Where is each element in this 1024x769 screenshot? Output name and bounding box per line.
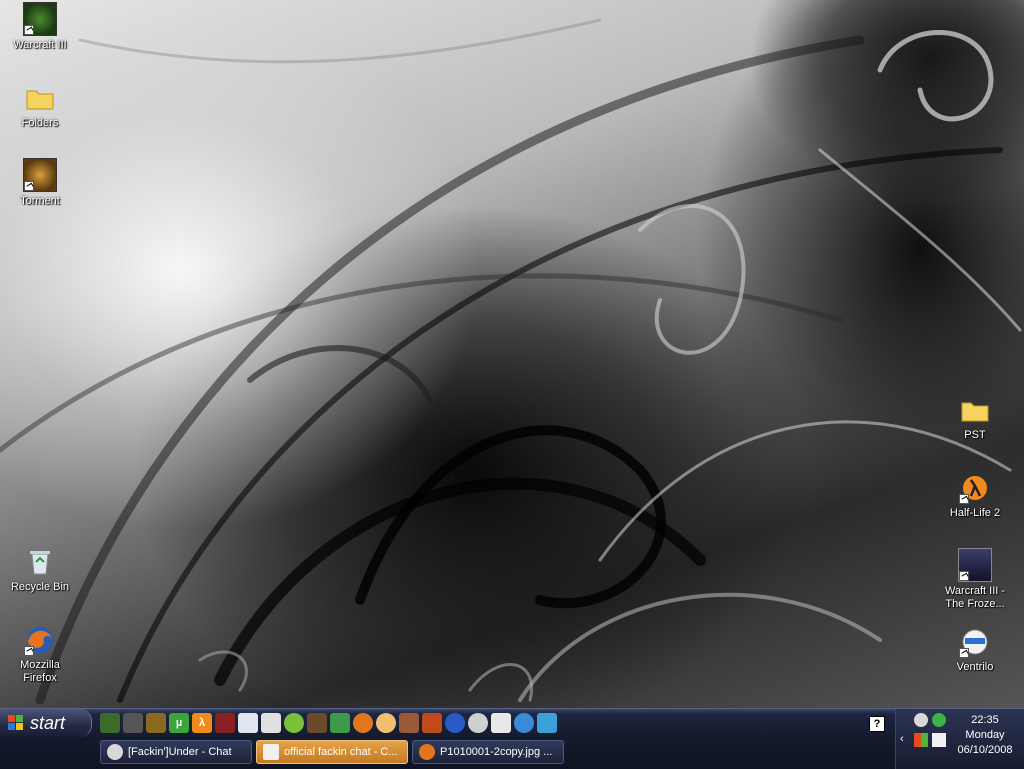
icon-label: Half-Life 2 xyxy=(949,507,1001,519)
ventrilo-icon xyxy=(959,626,991,658)
torment-icon xyxy=(23,158,57,192)
warcraft-icon xyxy=(23,2,57,36)
torment-shortcut[interactable]: Torment xyxy=(0,158,80,208)
firefox-icon[interactable] xyxy=(353,713,373,733)
wallpaper-swirls xyxy=(0,18,1022,705)
icon-label: Torment xyxy=(20,195,60,207)
icon-label: Folders xyxy=(21,117,59,129)
ventrilo-icon[interactable] xyxy=(238,713,258,733)
ventrilo-shortcut[interactable]: Ventrilo xyxy=(935,626,1015,674)
firefox-shortcut[interactable]: Mozzilla Firefox xyxy=(0,624,80,685)
task-label: official fackin chat - C... xyxy=(284,746,398,758)
task-label: [Fackin']Under - Chat xyxy=(128,746,232,758)
start-label: start xyxy=(30,713,66,733)
warcraft-icon[interactable] xyxy=(100,713,120,733)
windows-logo-icon xyxy=(8,715,23,730)
half-life-icon[interactable]: λ xyxy=(192,713,212,733)
warcraft-tft-icon[interactable] xyxy=(422,713,442,733)
windows-tray-icon[interactable] xyxy=(914,733,928,747)
ventrilo-chat-icon xyxy=(263,744,279,760)
icon-label: Ventrilo xyxy=(956,661,994,673)
firefox-icon xyxy=(419,744,435,760)
icon-label: Mozzilla xyxy=(20,659,60,671)
clock-date: 06/10/2008 xyxy=(957,744,1013,756)
icon-label: Warcraft III - xyxy=(944,585,1006,597)
folder-icon xyxy=(24,82,56,114)
taskbar: start µ λ ? [Fackin']Under - Chat offici… xyxy=(0,708,1024,769)
task-button-steam-chat[interactable]: [Fackin']Under - Chat xyxy=(100,740,252,764)
expand-tray-icon[interactable]: ‹ xyxy=(900,733,904,745)
torment-icon[interactable] xyxy=(307,713,327,733)
start-button[interactable]: start xyxy=(0,709,92,737)
half-life2-shortcut[interactable]: Half-Life 2 xyxy=(935,472,1015,520)
task-button-firefox-image[interactable]: P1010001-2copy.jpg ... xyxy=(412,740,564,764)
utorrent-icon[interactable]: µ xyxy=(169,713,189,733)
cd-icon[interactable] xyxy=(468,713,488,733)
media-player-icon[interactable] xyxy=(445,713,465,733)
diablo-icon[interactable] xyxy=(146,713,166,733)
display-icon[interactable] xyxy=(491,713,511,733)
folder-icon xyxy=(959,394,991,426)
display-tray-icon[interactable] xyxy=(932,733,946,747)
help-icon[interactable]: ? xyxy=(869,716,885,732)
warcraft-tft-icon xyxy=(958,548,992,582)
task-button-official-chat[interactable]: official fackin chat - C... xyxy=(256,740,408,764)
warcraft3-tft-shortcut[interactable]: Warcraft III - The Froze... xyxy=(935,548,1015,611)
starcraft-icon[interactable] xyxy=(215,713,235,733)
pst-folder[interactable]: PST xyxy=(935,394,1015,442)
system-tray: ‹ 22:35 Monday 06/10/2008 xyxy=(895,709,1024,769)
face-icon[interactable] xyxy=(376,713,396,733)
messenger-tray-icon[interactable] xyxy=(932,713,946,727)
clock-day: Monday xyxy=(965,729,1005,741)
desktop[interactable]: Warcraft III Folders Torment Recycle Bin… xyxy=(0,0,1024,708)
quick-launch-bar: µ λ xyxy=(100,713,557,735)
shield-icon[interactable] xyxy=(330,713,350,733)
task-label: P1010001-2copy.jpg ... xyxy=(440,746,553,758)
firefox-icon xyxy=(24,624,56,656)
folders-folder[interactable]: Folders xyxy=(0,82,80,130)
icon-label: The Froze... xyxy=(945,598,1005,610)
icon-label: Recycle Bin xyxy=(10,581,70,593)
messenger-icon[interactable] xyxy=(537,713,557,733)
wraith-icon[interactable] xyxy=(123,713,143,733)
steam-icon[interactable] xyxy=(261,713,281,733)
warcraft3-shortcut[interactable]: Warcraft III xyxy=(0,2,80,52)
icon-label: PST xyxy=(964,429,986,441)
steam-tray-icon[interactable] xyxy=(914,713,928,727)
clock[interactable]: 22:35 Monday 06/10/2008 xyxy=(948,713,1022,758)
recycle-bin[interactable]: Recycle Bin xyxy=(0,546,80,594)
recycle-bin-icon xyxy=(24,546,56,578)
steam-icon xyxy=(107,744,123,760)
green-app-icon[interactable] xyxy=(284,713,304,733)
clock-time: 22:35 xyxy=(971,714,999,726)
task-list: [Fackin']Under - Chat official fackin ch… xyxy=(100,740,564,766)
globe-icon[interactable] xyxy=(514,713,534,733)
avatar-icon[interactable] xyxy=(399,713,419,733)
half-life-icon xyxy=(959,472,991,504)
icon-label: Warcraft III xyxy=(13,39,67,51)
icon-label: Firefox xyxy=(23,672,57,684)
